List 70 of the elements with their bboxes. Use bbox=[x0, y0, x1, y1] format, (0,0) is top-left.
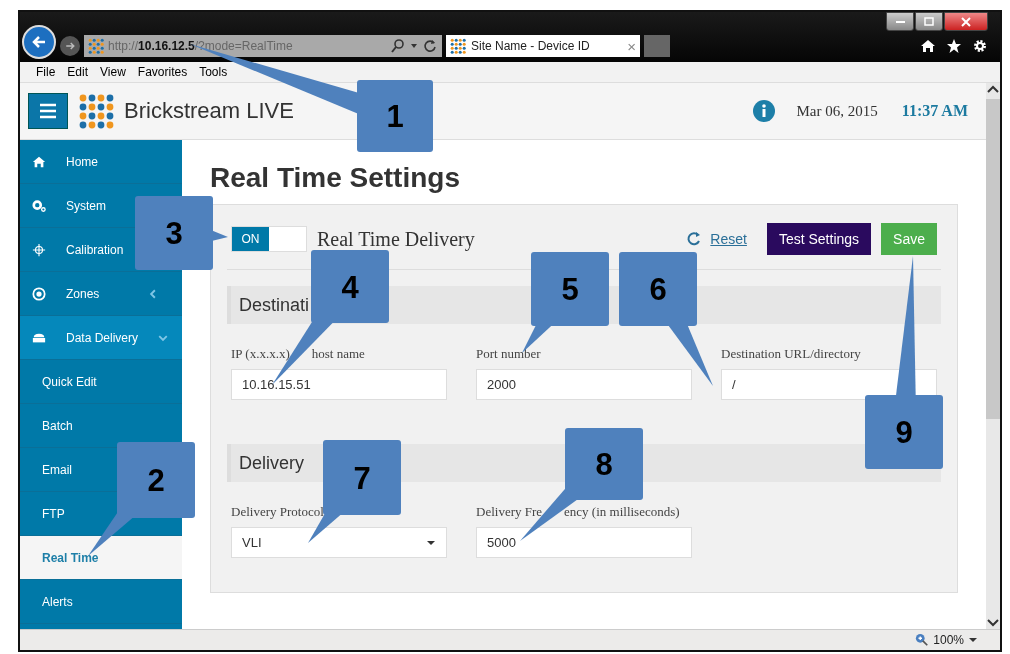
zoom-icon bbox=[915, 633, 930, 647]
time-text: 11:37 AM bbox=[901, 102, 968, 120]
input-field[interactable]: 5000 bbox=[476, 527, 692, 558]
field-label: ency (in milliseconds) bbox=[564, 504, 680, 520]
input-field[interactable]: 2000 bbox=[476, 369, 692, 400]
toggle-switch[interactable]: ON bbox=[231, 226, 307, 252]
close-button[interactable] bbox=[944, 12, 988, 31]
field-label: host name bbox=[311, 346, 365, 362]
address-bar[interactable]: http://10.16.12.5/?mode=RealTime bbox=[84, 35, 442, 57]
save-button[interactable]: Save bbox=[881, 223, 937, 255]
callout-tooltip: 6 bbox=[619, 252, 713, 386]
field-label: IP (x.x.x.x) bbox=[231, 346, 290, 362]
menu-item[interactable]: File bbox=[36, 65, 56, 79]
back-button[interactable] bbox=[22, 25, 56, 59]
field-label: Delivery Fre bbox=[476, 504, 543, 520]
toggle-caption: Real Time Delivery bbox=[317, 227, 475, 251]
callout-tooltip: 2 bbox=[88, 442, 195, 556]
protocol-dropdown[interactable]: VLI bbox=[231, 527, 447, 558]
minimize-icon bbox=[895, 20, 905, 23]
chevron-up-icon bbox=[986, 83, 1000, 95]
sidebar-item[interactable]: Data Delivery bbox=[20, 316, 182, 360]
menu-item[interactable]: View bbox=[100, 65, 126, 79]
menu-item[interactable]: Favorites bbox=[137, 65, 188, 79]
target-icon bbox=[32, 286, 46, 301]
grid-icon bbox=[450, 38, 466, 54]
app-name: Brickstream LIVE bbox=[124, 98, 294, 124]
page-title: Real Time Settings bbox=[210, 162, 461, 194]
tab-title: Site Name - Device ID bbox=[471, 39, 591, 53]
input-field[interactable]: 10.16.15.51 bbox=[231, 369, 447, 400]
maximize-button[interactable] bbox=[915, 12, 943, 31]
home-icon bbox=[920, 38, 936, 54]
menu-item[interactable]: Edit bbox=[67, 65, 89, 79]
zoom-level[interactable]: 100% bbox=[933, 633, 964, 647]
gears-icon bbox=[32, 198, 46, 213]
arrow-right-icon bbox=[64, 40, 76, 52]
forward-button[interactable] bbox=[60, 36, 80, 56]
minimize-button[interactable] bbox=[886, 12, 914, 31]
test-settings-button[interactable]: Test Settings bbox=[766, 223, 872, 255]
tab-close-button[interactable]: × bbox=[627, 37, 636, 55]
caret-down-icon bbox=[426, 538, 436, 547]
field-label: Destination URL/directory bbox=[721, 346, 861, 362]
settings-icon bbox=[972, 38, 988, 54]
chevron-left-icon bbox=[148, 288, 158, 299]
maximize-icon bbox=[923, 16, 935, 27]
crosshair-icon bbox=[32, 242, 46, 257]
callout-tooltip: 9 bbox=[865, 256, 943, 469]
browser-tab[interactable]: Site Name - Device ID × bbox=[446, 35, 640, 57]
menu-item[interactable]: Tools bbox=[199, 65, 228, 79]
close-icon bbox=[960, 16, 972, 27]
arrow-left-icon bbox=[31, 34, 47, 50]
info-icon bbox=[752, 100, 775, 122]
sidebar-subitem[interactable]: Real Time bbox=[20, 536, 182, 580]
grid-icon bbox=[88, 38, 104, 54]
field-label: Delivery Protocol bbox=[231, 504, 324, 520]
caret-down-icon bbox=[410, 42, 418, 50]
chevron-down-icon bbox=[986, 617, 1000, 629]
star-icon bbox=[946, 38, 962, 54]
date-text: Mar 06, 2015 bbox=[796, 102, 878, 120]
callout-tooltip: 3 bbox=[135, 196, 228, 270]
caret-down-icon bbox=[968, 636, 978, 644]
address-url: http://10.16.12.5/?mode=RealTime bbox=[108, 39, 293, 53]
menu-icon bbox=[38, 101, 58, 121]
reset-link[interactable]: Reset bbox=[710, 231, 747, 247]
scrollbar[interactable] bbox=[986, 83, 1000, 629]
logo-icon bbox=[78, 93, 114, 129]
refresh-icon bbox=[422, 38, 438, 54]
menu-button[interactable] bbox=[28, 93, 68, 129]
home-icon bbox=[32, 154, 46, 169]
refresh-icon bbox=[686, 231, 703, 247]
search-icon bbox=[390, 38, 406, 54]
